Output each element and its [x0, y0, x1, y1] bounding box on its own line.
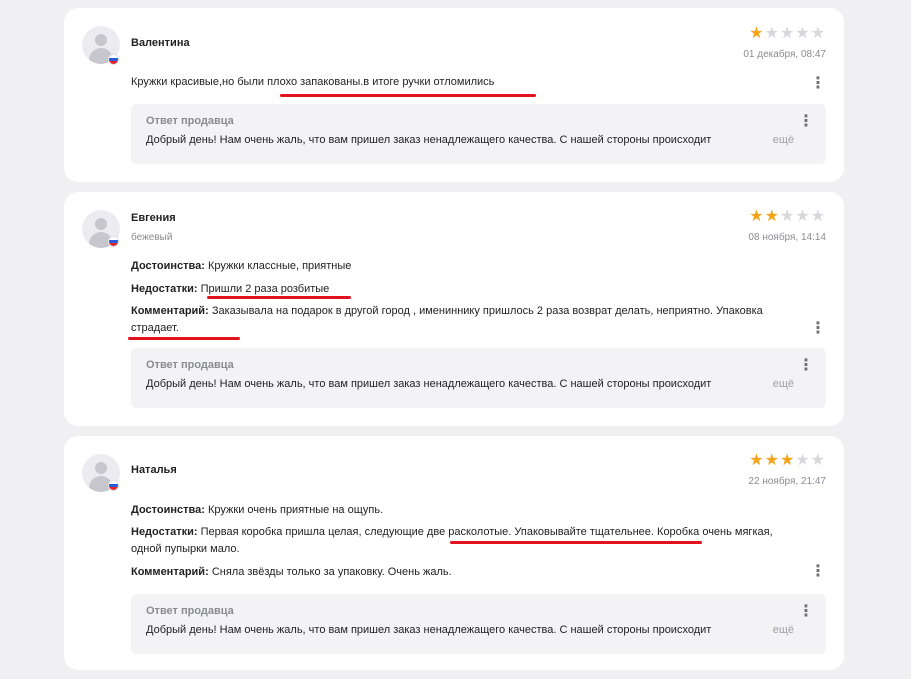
avatar-head — [95, 34, 107, 46]
comment-text: Сняла звёзды только за упаковку. Очень ж… — [211, 566, 452, 578]
review-pros: Достоинства: Кружки классные, приятные — [131, 258, 781, 275]
review-author: Евгения — [131, 212, 176, 224]
comment-text: Заказывала на подарок в другой город , и… — [131, 305, 763, 334]
highlight-underline — [128, 337, 240, 340]
seller-reply: Ответ продавца Добрый день! Нам очень жа… — [131, 348, 826, 408]
star-icon: ★ — [779, 25, 796, 42]
star-icon: ★ — [810, 25, 826, 42]
review-author: Валентина — [131, 37, 190, 49]
star-icon: ★ — [779, 452, 796, 469]
rating-stars: ★★★★★ — [749, 26, 826, 42]
reply-title: Ответ продавца — [146, 605, 234, 617]
review-date: 22 ноября, 21:47 — [748, 476, 826, 487]
kebab-menu-icon[interactable]: ⋮ — [810, 321, 826, 337]
highlight-underline — [207, 296, 351, 299]
review-card: Евгения бежевый ★★★★★ 08 ноября, 14:14 Д… — [64, 192, 844, 426]
comment-label: Комментарий: — [131, 305, 209, 317]
russia-flag-icon — [108, 236, 119, 247]
comment-label: Комментарий: — [131, 566, 209, 578]
russia-flag-icon — [108, 54, 119, 65]
star-icon: ★ — [749, 208, 765, 225]
star-icon: ★ — [749, 25, 765, 42]
review-comment: Комментарий: Заказывала на подарок в дру… — [131, 303, 781, 337]
review-date: 08 ноября, 14:14 — [748, 232, 826, 243]
reply-more-link[interactable]: ещё — [758, 134, 794, 146]
reply-title: Ответ продавца — [146, 115, 234, 127]
cons-label: Недостатки: — [131, 526, 198, 538]
reply-more-link[interactable]: ещё — [758, 378, 794, 390]
seller-reply: Ответ продавца Добрый день! Нам очень жа… — [131, 594, 826, 654]
cons-label: Недостатки: — [131, 283, 198, 295]
kebab-menu-icon[interactable]: ⋮ — [798, 358, 814, 374]
review-comment: Комментарий: Сняла звёзды только за упак… — [131, 564, 781, 581]
review-text: Кружки красивые,но были плохо запакованы… — [131, 76, 495, 88]
star-icon: ★ — [810, 452, 826, 469]
reply-more-link[interactable]: ещё — [758, 624, 794, 636]
russia-flag-icon — [108, 480, 119, 491]
highlight-underline — [280, 94, 536, 97]
star-icon: ★ — [764, 452, 780, 469]
kebab-menu-icon[interactable]: ⋮ — [810, 76, 826, 92]
star-icon: ★ — [779, 208, 796, 225]
review-author: Наталья — [131, 464, 177, 476]
review-card: Наталья ★★★★★ 22 ноября, 21:47 Достоинст… — [64, 436, 844, 670]
rating-stars: ★★★★★ — [749, 209, 826, 225]
review-pros: Достоинства: Кружки очень приятные на ощ… — [131, 502, 781, 519]
star-icon: ★ — [810, 208, 826, 225]
star-icon: ★ — [795, 452, 811, 469]
pros-label: Достоинства: — [131, 504, 205, 516]
reply-text: Добрый день! Нам очень жаль, что вам при… — [146, 134, 712, 146]
star-icon: ★ — [795, 208, 811, 225]
star-icon: ★ — [795, 25, 811, 42]
star-icon: ★ — [764, 208, 780, 225]
reply-title: Ответ продавца — [146, 359, 234, 371]
star-icon: ★ — [764, 25, 780, 42]
seller-reply: Ответ продавца Добрый день! Нам очень жа… — [131, 104, 826, 164]
review-date: 01 декабря, 08:47 — [743, 49, 826, 60]
kebab-menu-icon[interactable]: ⋮ — [798, 114, 814, 130]
rating-stars: ★★★★★ — [749, 453, 826, 469]
avatar-head — [95, 218, 107, 230]
star-icon: ★ — [749, 452, 765, 469]
kebab-menu-icon[interactable]: ⋮ — [810, 564, 826, 580]
pros-text: Кружки очень приятные на ощупь. — [208, 504, 384, 516]
review-variant: бежевый — [131, 232, 173, 243]
reply-text: Добрый день! Нам очень жаль, что вам при… — [146, 378, 712, 390]
review-card: Валентина ★★★★★ 01 декабря, 08:47 Кружки… — [64, 8, 844, 182]
reply-text: Добрый день! Нам очень жаль, что вам при… — [146, 624, 712, 636]
cons-text: Пришли 2 раза розбитые — [200, 283, 330, 295]
highlight-underline — [450, 541, 702, 544]
avatar-head — [95, 462, 107, 474]
pros-label: Достоинства: — [131, 260, 205, 272]
kebab-menu-icon[interactable]: ⋮ — [798, 604, 814, 620]
pros-text: Кружки классные, приятные — [208, 260, 352, 272]
